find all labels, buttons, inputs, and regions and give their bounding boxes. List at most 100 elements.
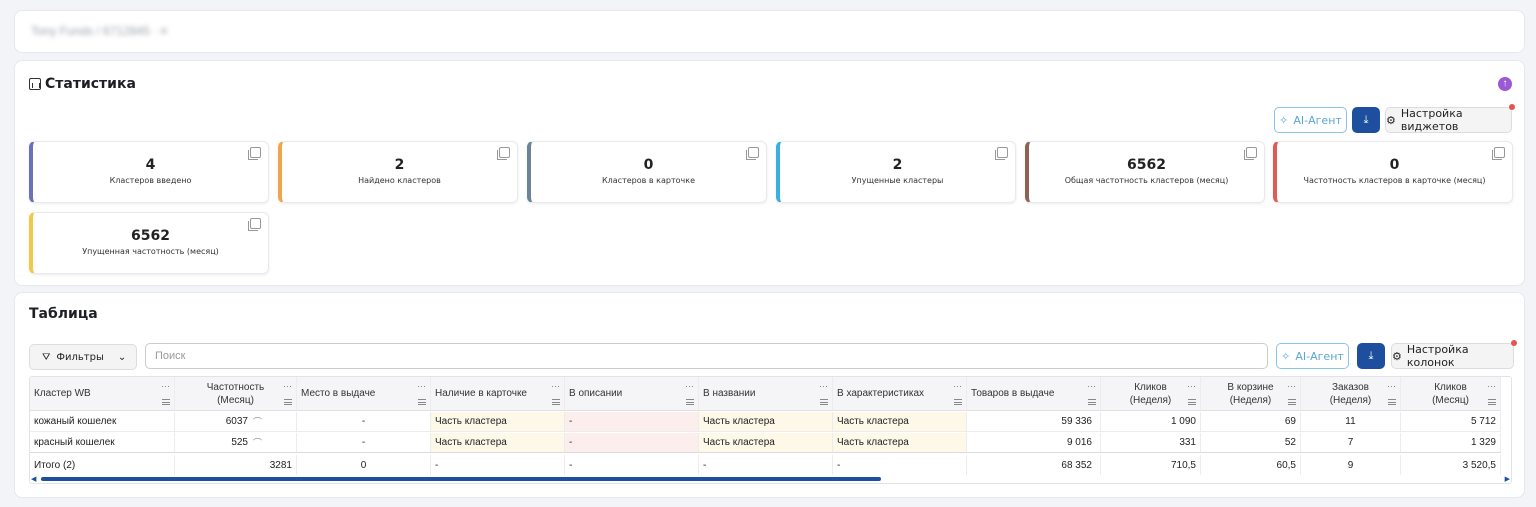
ai-agent-label: AI-Агент <box>1293 113 1342 127</box>
column-header[interactable]: В характеристиках ··· <box>833 377 967 410</box>
stat-card: 6562 Упущенная частотность (месяц) <box>29 212 269 274</box>
cell-value: - <box>703 459 707 471</box>
column-header[interactable]: Кликов (Месяц) ··· <box>1401 377 1501 410</box>
cell-value: 9 016 <box>1066 437 1092 448</box>
stat-value: 2 <box>892 157 903 173</box>
column-header[interactable]: Кластер WB ··· <box>30 377 175 410</box>
horizontal-scrollbar[interactable]: ◀ ▶ <box>29 475 1512 483</box>
column-header[interactable]: В корзине (Неделя) ··· <box>1201 377 1301 410</box>
column-header[interactable]: В описании ··· <box>565 377 699 410</box>
column-header-label: Товаров в выдаче <box>971 388 1055 399</box>
cell-value: 59 336 <box>1061 416 1092 427</box>
widgets-settings-button[interactable]: ⚙ Настройка виджетов <box>1385 104 1515 133</box>
columns-settings-button[interactable]: ⚙ Настройка колонок <box>1391 340 1517 369</box>
column-filter-icon[interactable] <box>954 399 962 405</box>
stat-label: Кластеров в карточке <box>601 176 695 185</box>
column-header[interactable]: Частотность (Месяц) ··· <box>175 377 297 410</box>
cell-value: 11 <box>1345 416 1356 427</box>
copy-icon[interactable] <box>248 147 261 160</box>
copy-icon[interactable] <box>497 147 510 160</box>
column-menu-icon[interactable]: ··· <box>1487 380 1496 393</box>
table-cell: 1 090 <box>1101 412 1201 431</box>
column-header[interactable]: В названии ··· <box>699 377 833 410</box>
cell-value: красный кошелек <box>34 437 115 448</box>
column-header-label: В характеристиках <box>837 388 925 399</box>
column-menu-icon[interactable]: ··· <box>819 380 828 393</box>
cell-value: 68 352 <box>1061 459 1092 471</box>
copy-icon[interactable] <box>1492 147 1505 160</box>
download-button[interactable]: ⤓ <box>1357 343 1385 369</box>
column-menu-icon[interactable]: ··· <box>1387 380 1396 393</box>
collapse-up-icon[interactable]: ↑ <box>1498 77 1512 91</box>
column-header[interactable]: Кликов (Неделя) ··· <box>1101 377 1201 410</box>
copy-icon[interactable] <box>995 147 1008 160</box>
column-header[interactable]: Место в выдаче ··· <box>297 377 431 410</box>
filter-icon: ⛛ <box>42 351 51 363</box>
download-icon: ⤓ <box>1368 349 1374 362</box>
column-menu-icon[interactable]: ··· <box>551 380 560 393</box>
scroll-left-icon[interactable]: ◀ <box>31 475 36 483</box>
column-header[interactable]: Наличие в карточке ··· <box>431 377 565 410</box>
column-filter-icon[interactable] <box>418 399 426 405</box>
trend-chart-icon[interactable]: ⌒ <box>253 436 262 449</box>
table-cell: - <box>565 455 699 475</box>
table-total-row: Итого (2) 3281 0 - - - - 68 352 710,5 60,5 9 3 520,… <box>30 455 1501 475</box>
column-filter-icon[interactable] <box>686 399 694 405</box>
column-menu-icon[interactable]: ··· <box>685 380 694 393</box>
column-menu-icon[interactable]: ··· <box>161 380 170 393</box>
copy-icon[interactable] <box>248 218 261 231</box>
trend-chart-icon[interactable]: ⌒ <box>253 415 262 428</box>
copy-icon[interactable] <box>1244 147 1257 160</box>
table-cell: 5 712 <box>1401 412 1501 431</box>
ai-agent-button[interactable]: ✧ AI-Агент <box>1276 343 1349 369</box>
search-input[interactable]: Поиск <box>145 343 1268 369</box>
table-cell: - <box>565 433 699 452</box>
stat-card: 4 Кластеров введено <box>29 141 269 203</box>
column-header[interactable]: Заказов (Неделя) ··· <box>1301 377 1401 410</box>
column-filter-icon[interactable] <box>1188 399 1196 405</box>
column-filter-icon[interactable] <box>284 399 292 405</box>
filters-button[interactable]: ⛛ Фильтры ⌄ <box>29 344 137 370</box>
scrollbar-thumb[interactable] <box>41 477 881 481</box>
ai-agent-button[interactable]: ✧ AI-Агент <box>1274 107 1347 133</box>
chevron-down-icon: ⌄ <box>117 351 127 363</box>
column-filter-icon[interactable] <box>1088 399 1096 405</box>
table-cell: 525 ⌒ <box>175 433 297 452</box>
column-filter-icon[interactable] <box>162 399 170 405</box>
column-filter-icon[interactable] <box>1288 399 1296 405</box>
stat-value: 0 <box>643 157 654 173</box>
table-header: Кластер WB ··· Частотность (Месяц) ··· Место … <box>30 377 1501 411</box>
notification-dot <box>1511 340 1517 346</box>
table-cell: - <box>297 412 431 431</box>
column-filter-icon[interactable] <box>552 399 560 405</box>
column-menu-icon[interactable]: ··· <box>417 380 426 393</box>
copy-icon[interactable] <box>746 147 759 160</box>
cell-value: 1 090 <box>1170 416 1196 427</box>
scroll-right-icon[interactable]: ▶ <box>1505 475 1510 483</box>
cell-value: 52 <box>1284 437 1296 448</box>
table-title: Таблица <box>29 306 98 322</box>
stat-label: Частотность кластеров в карточке (месяц) <box>1303 176 1486 185</box>
gear-icon: ⚙ <box>1392 349 1402 363</box>
column-menu-icon[interactable]: ··· <box>1287 380 1296 393</box>
breadcrumb[interactable]: Tony Funds / 6712845 · ≡ <box>31 24 167 38</box>
download-button[interactable]: ⤓ <box>1352 107 1380 133</box>
column-menu-icon[interactable]: ··· <box>953 380 962 393</box>
table-cell: 69 <box>1201 412 1301 431</box>
column-menu-icon[interactable]: ··· <box>283 380 292 393</box>
table-cell: Часть кластера <box>833 433 967 452</box>
cell-value: 525 <box>231 437 248 448</box>
column-filter-icon[interactable] <box>1388 399 1396 405</box>
table-cell: 3 520,5 <box>1401 455 1501 475</box>
column-header-label: Заказов <box>1332 381 1369 393</box>
cell-value: - <box>569 459 573 471</box>
filters-label: Фильтры <box>56 351 104 363</box>
columns-settings-label: Настройка колонок <box>1406 343 1469 369</box>
column-header[interactable]: Товаров в выдаче ··· <box>967 377 1101 410</box>
column-menu-icon[interactable]: ··· <box>1187 380 1196 393</box>
column-menu-icon[interactable]: ··· <box>1087 380 1096 393</box>
table-cell: 68 352 <box>967 455 1101 475</box>
cell-value: 1 329 <box>1470 437 1496 448</box>
column-filter-icon[interactable] <box>820 399 828 405</box>
column-filter-icon[interactable] <box>1488 399 1496 405</box>
